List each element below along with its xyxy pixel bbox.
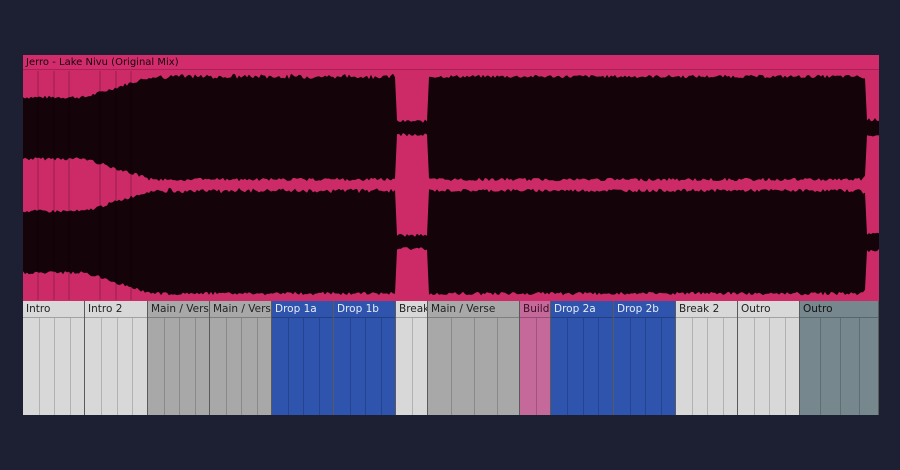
section-body — [551, 318, 613, 415]
section-body — [520, 318, 550, 415]
section-label: Build — [520, 301, 550, 318]
section-8[interactable]: Main / Verse — [428, 301, 520, 415]
beat-line — [769, 318, 770, 415]
beat-line — [567, 318, 568, 415]
section-14[interactable]: Outro — [800, 301, 879, 415]
section-4[interactable]: Main / Verse — [210, 301, 272, 415]
section-label: Outro — [800, 301, 878, 318]
beat-line — [474, 318, 475, 415]
beat-line — [859, 318, 860, 415]
beat-line — [707, 318, 708, 415]
beat-line — [785, 318, 786, 415]
section-label: Break — [396, 301, 427, 318]
beat-line — [319, 318, 320, 415]
clip-title[interactable]: Jerro - Lake Nivu (Original Mix) — [23, 55, 879, 70]
section-1[interactable]: Intro — [23, 301, 85, 415]
beat-line — [820, 318, 821, 415]
beat-line — [645, 318, 646, 415]
section-label: Intro — [23, 301, 84, 318]
beat-line — [754, 318, 755, 415]
beat-line — [412, 318, 413, 415]
section-body — [676, 318, 737, 415]
section-body — [210, 318, 271, 415]
section-3[interactable]: Main / Verse — [148, 301, 210, 415]
beat-line — [598, 318, 599, 415]
section-label: Main / Verse — [210, 301, 271, 318]
section-6[interactable]: Drop 1b — [334, 301, 396, 415]
section-10[interactable]: Drop 2a — [551, 301, 614, 415]
section-label: Break 2 — [676, 301, 737, 318]
section-body — [800, 318, 878, 415]
waveform — [23, 71, 879, 300]
section-label: Main / Verse — [148, 301, 209, 318]
section-5[interactable]: Drop 1a — [272, 301, 334, 415]
section-body — [614, 318, 675, 415]
beat-line — [723, 318, 724, 415]
section-body — [738, 318, 799, 415]
section-9[interactable]: Build — [520, 301, 551, 415]
beat-line — [39, 318, 40, 415]
section-body — [85, 318, 147, 415]
section-body — [272, 318, 333, 415]
section-2[interactable]: Intro 2 — [85, 301, 148, 415]
beat-line — [381, 318, 382, 415]
beat-line — [288, 318, 289, 415]
beat-line — [692, 318, 693, 415]
beat-line — [257, 318, 258, 415]
beat-line — [365, 318, 366, 415]
beat-line — [661, 318, 662, 415]
beat-line — [226, 318, 227, 415]
section-body — [23, 318, 84, 415]
beat-line — [630, 318, 631, 415]
beat-line — [350, 318, 351, 415]
audio-clip[interactable]: Jerro - Lake Nivu (Original Mix) Intro In… — [23, 55, 879, 415]
section-label: Drop 2b — [614, 301, 675, 318]
beat-line — [179, 318, 180, 415]
beat-line — [195, 318, 196, 415]
section-label: Main / Verse — [428, 301, 519, 318]
beat-line — [132, 318, 133, 415]
section-label: Drop 1b — [334, 301, 395, 318]
section-body — [334, 318, 395, 415]
section-body — [148, 318, 209, 415]
section-label: Intro 2 — [85, 301, 147, 318]
beat-line — [303, 318, 304, 415]
beat-line — [241, 318, 242, 415]
section-11[interactable]: Drop 2b — [614, 301, 676, 415]
section-body — [396, 318, 427, 415]
section-7[interactable]: Break — [396, 301, 428, 415]
beat-line — [117, 318, 118, 415]
beat-line — [451, 318, 452, 415]
beat-line — [497, 318, 498, 415]
waveform-right-channel — [23, 187, 879, 296]
section-label: Outro — [738, 301, 799, 318]
beat-line — [583, 318, 584, 415]
beat-line — [840, 318, 841, 415]
beat-line — [536, 318, 537, 415]
section-12[interactable]: Break 2 — [676, 301, 738, 415]
beat-line — [54, 318, 55, 415]
beat-line — [101, 318, 102, 415]
arrangement-sections: Intro Intro 2 Main / Verse Main / Verse Drop… — [23, 301, 879, 415]
beat-line — [164, 318, 165, 415]
section-body — [428, 318, 519, 415]
section-label: Drop 1a — [272, 301, 333, 318]
beat-line — [70, 318, 71, 415]
section-13[interactable]: Outro — [738, 301, 800, 415]
section-label: Drop 2a — [551, 301, 613, 318]
waveform-left-channel — [23, 73, 879, 182]
